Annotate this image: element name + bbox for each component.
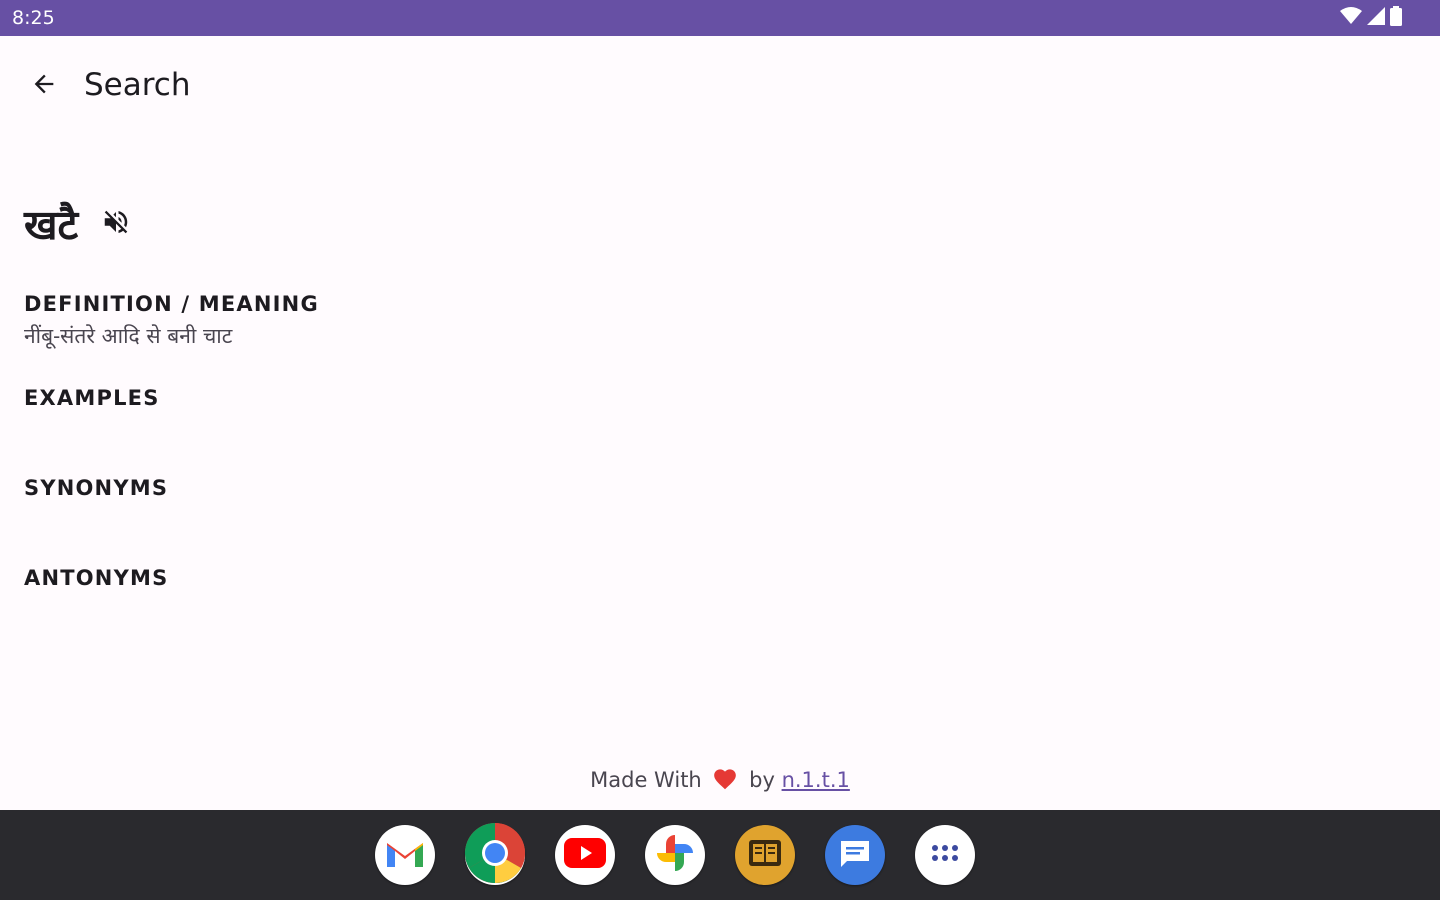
arrow-back-icon — [30, 70, 58, 103]
footer-credit: Made With by n.1.t.1 — [0, 766, 1440, 795]
author-link[interactable]: n.1.t.1 — [782, 768, 850, 792]
chrome-icon — [464, 822, 526, 888]
messages-icon — [837, 837, 873, 874]
gmail-app[interactable] — [375, 825, 435, 885]
examples-heading: EXAMPLES — [24, 386, 160, 410]
entry-word: खटै — [24, 201, 79, 249]
photos-icon — [653, 831, 697, 880]
synonyms-heading: SYNONYMS — [24, 476, 169, 500]
volume-off-icon — [101, 207, 131, 242]
messages-app[interactable] — [825, 825, 885, 885]
gmail-icon — [384, 837, 426, 874]
wifi-icon — [1340, 6, 1362, 30]
signal-icon — [1367, 6, 1385, 30]
app-dock — [375, 822, 975, 888]
taskbar — [0, 810, 1440, 900]
dictionary-app-icon — [745, 836, 785, 875]
photos-app[interactable] — [645, 825, 705, 885]
footer-by: by — [749, 768, 775, 792]
antonyms-heading: ANTONYMS — [24, 566, 169, 590]
app-bar: Search — [0, 36, 1440, 136]
definition-text: नींबू-संतरे आदि से बनी चाट — [24, 324, 233, 348]
word-row: खटै — [24, 196, 134, 252]
definition-heading: DEFINITION / MEANING — [24, 292, 319, 316]
app-drawer-icon — [930, 843, 960, 868]
status-icons — [1340, 5, 1402, 31]
dictionary-app[interactable] — [735, 825, 795, 885]
status-time: 8:25 — [12, 7, 55, 29]
youtube-app[interactable] — [555, 825, 615, 885]
footer-made-with: Made With — [590, 768, 702, 792]
pronounce-button[interactable] — [98, 206, 134, 242]
youtube-icon — [564, 837, 606, 873]
chrome-app[interactable] — [464, 822, 526, 888]
status-bar: 8:25 — [0, 0, 1440, 36]
back-button[interactable] — [22, 64, 66, 108]
page-title: Search — [84, 67, 191, 103]
heart-icon — [712, 766, 738, 795]
battery-icon — [1390, 5, 1402, 31]
app-drawer-button[interactable] — [915, 825, 975, 885]
